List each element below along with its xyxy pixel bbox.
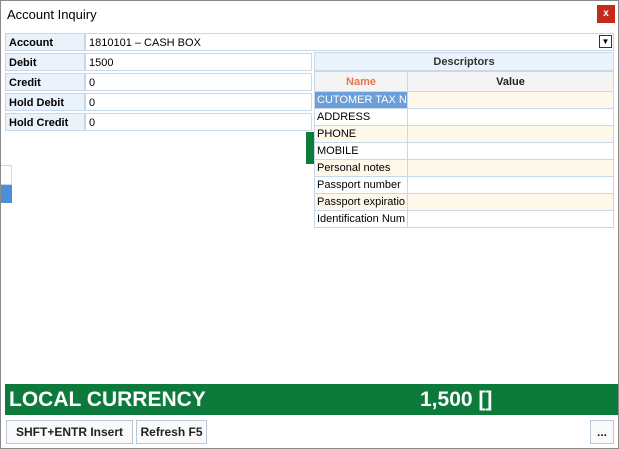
descriptor-value[interactable] — [407, 176, 614, 194]
descriptor-name: Passport number — [314, 176, 408, 194]
close-button[interactable]: x — [597, 5, 615, 23]
hold-debit-value: 0 — [85, 93, 312, 111]
chevron-down-icon[interactable]: ▼ — [599, 35, 612, 48]
table-row[interactable]: ADDRESS — [314, 108, 614, 126]
table-row[interactable]: Passport number — [314, 176, 614, 194]
descriptor-value[interactable] — [407, 125, 614, 143]
descriptor-name: Passport expiratio — [314, 193, 408, 211]
credit-value: 0 — [85, 73, 312, 91]
column-header-value[interactable]: Value — [407, 71, 614, 92]
descriptors-table: Name Value CUTOMER TAX NU ADDRESS PHONE … — [314, 71, 614, 228]
descriptor-name: PHONE — [314, 125, 408, 143]
hold-credit-label: Hold Credit — [5, 113, 85, 131]
descriptor-value[interactable] — [407, 210, 614, 228]
descriptor-name: Personal notes — [314, 159, 408, 177]
more-button[interactable]: ... — [590, 420, 614, 444]
descriptor-value[interactable] — [407, 159, 614, 177]
descriptor-value[interactable] — [407, 91, 614, 109]
currency-label: LOCAL CURRENCY — [9, 388, 206, 411]
column-header-name[interactable]: Name — [314, 71, 408, 92]
descriptor-name: ADDRESS — [314, 108, 408, 126]
local-currency-bar: LOCAL CURRENCY 1,500 [] — [5, 384, 618, 415]
table-row[interactable]: MOBILE — [314, 142, 614, 160]
account-inquiry-window: Account Inquiry x Account 1810101 – CASH… — [0, 0, 619, 449]
table-row[interactable]: CUTOMER TAX NU — [314, 91, 614, 109]
debit-value: 1500 — [85, 53, 312, 71]
refresh-button[interactable]: Refresh F5 — [136, 420, 207, 444]
descriptor-name: Identification Num — [314, 210, 408, 228]
account-label: Account — [5, 33, 85, 51]
table-row[interactable]: Passport expiratio — [314, 193, 614, 211]
account-select[interactable]: 1810101 – CASH BOX — [85, 33, 614, 51]
table-row[interactable]: Personal notes — [314, 159, 614, 177]
descriptor-name: CUTOMER TAX NU — [314, 91, 408, 109]
credit-label: Credit — [5, 73, 85, 91]
hold-credit-value: 0 — [85, 113, 312, 131]
window-title: Account Inquiry — [7, 7, 97, 22]
left-panel-tab[interactable] — [1, 165, 12, 185]
descriptor-value[interactable] — [407, 193, 614, 211]
left-panel-tab-selected[interactable] — [1, 185, 12, 203]
table-row[interactable]: Identification Num — [314, 210, 614, 228]
descriptors-panel: Descriptors Name Value CUTOMER TAX NU AD… — [314, 52, 614, 228]
debit-label: Debit — [5, 53, 85, 71]
descriptor-name: MOBILE — [314, 142, 408, 160]
descriptor-value[interactable] — [407, 142, 614, 160]
title-bar: Account Inquiry x — [1, 1, 618, 28]
descriptor-value[interactable] — [407, 108, 614, 126]
hold-debit-label: Hold Debit — [5, 93, 85, 111]
table-row[interactable]: PHONE — [314, 125, 614, 143]
splitter-handle[interactable] — [306, 132, 314, 164]
currency-amount: 1,500 [] — [420, 388, 493, 411]
insert-button[interactable]: SHFT+ENTR Insert — [6, 420, 133, 444]
descriptors-title: Descriptors — [314, 52, 614, 71]
